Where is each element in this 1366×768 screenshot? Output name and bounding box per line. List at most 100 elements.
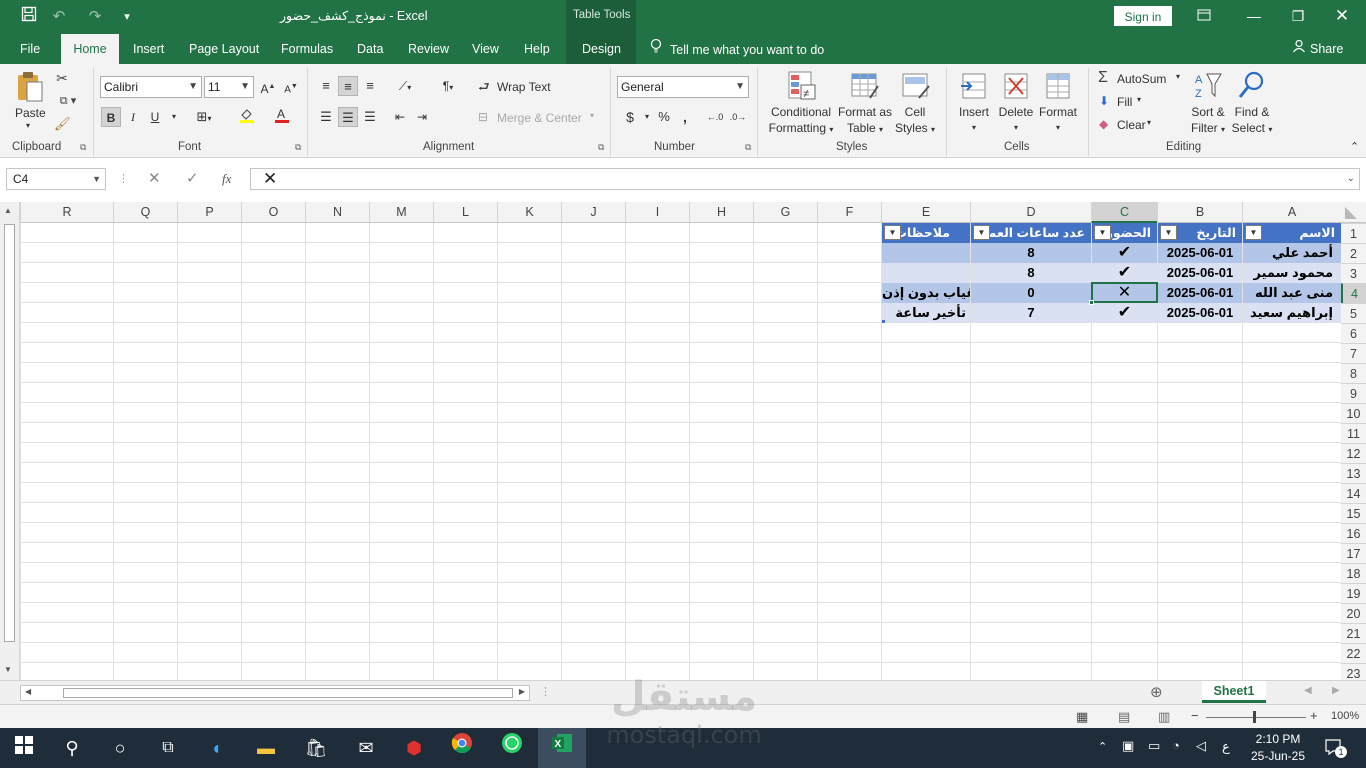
row-header-1[interactable]: 1 — [1341, 223, 1366, 243]
column-header-l[interactable]: L — [433, 202, 497, 223]
cell-styles-button[interactable]: Cell Styles ▾ — [890, 104, 940, 138]
zoom-out-icon[interactable]: − — [1191, 708, 1199, 723]
sheet-tab-sheet1[interactable]: Sheet1 — [1202, 681, 1266, 703]
paste-button[interactable]: Paste — [15, 106, 46, 120]
cancel-entry-icon[interactable]: ✕ — [148, 168, 161, 190]
name-cell[interactable]: أحمد علي — [1243, 243, 1341, 263]
column-header-e[interactable]: E — [881, 202, 970, 223]
hours-cell[interactable]: 7 — [971, 303, 1091, 323]
column-header-i[interactable]: I — [625, 202, 689, 223]
date-cell[interactable]: 2025-06-01 — [1158, 303, 1242, 323]
scroll-down-icon[interactable]: ▼ — [4, 665, 12, 674]
font-name-combo[interactable]: Calibri ▼ — [100, 76, 202, 98]
column-header-r[interactable]: R — [20, 202, 113, 223]
tab-formulas[interactable]: Formulas — [281, 34, 333, 64]
insert-cells-button[interactable]: Insert ▾ — [955, 104, 993, 136]
row-header-3[interactable]: 3 — [1341, 263, 1366, 283]
show-hidden-icons[interactable]: ⌃ — [1098, 740, 1107, 753]
insert-function-button[interactable]: fx — [222, 168, 231, 190]
row-header-15[interactable]: 15 — [1341, 503, 1366, 523]
zoom-level[interactable]: 100% — [1331, 710, 1359, 722]
column-header-m[interactable]: M — [369, 202, 433, 223]
clipboard-launcher-icon[interactable]: ⧉ — [80, 142, 86, 153]
underline-dropdown-icon[interactable]: ▾ — [164, 107, 184, 127]
zoom-slider-thumb[interactable] — [1253, 711, 1256, 723]
cut-icon[interactable]: ✂ — [54, 70, 70, 87]
row-header-9[interactable]: 9 — [1341, 383, 1366, 403]
italic-button[interactable]: I — [123, 107, 143, 127]
tab-home[interactable]: Home — [61, 34, 119, 64]
column-header-k[interactable]: K — [497, 202, 561, 223]
minimize-icon[interactable]: — — [1236, 4, 1272, 28]
filter-dropdown-icon[interactable]: ▼ — [1094, 225, 1111, 240]
number-format-combo[interactable]: General ▼ — [617, 76, 749, 98]
font-color-icon[interactable]: A — [267, 107, 297, 127]
edge-icon[interactable]: ◐ — [198, 732, 238, 764]
column-header-h[interactable]: H — [689, 202, 753, 223]
zoom-slider[interactable] — [1206, 717, 1306, 718]
vertical-scroll-thumb[interactable] — [4, 224, 15, 642]
align-center-icon[interactable]: ☰ — [338, 107, 358, 127]
row-header-12[interactable]: 12 — [1341, 443, 1366, 463]
column-header-p[interactable]: P — [177, 202, 241, 223]
fill-handle[interactable] — [1089, 300, 1094, 305]
row-header-17[interactable]: 17 — [1341, 543, 1366, 563]
file-explorer-icon[interactable]: ▬ — [246, 732, 286, 764]
tab-data[interactable]: Data — [357, 34, 383, 64]
clear-button[interactable]: Clear — [1117, 118, 1146, 132]
font-launcher-icon[interactable]: ⧉ — [295, 142, 301, 153]
find-select-button[interactable]: Find & Select ▾ — [1230, 104, 1274, 138]
mail-icon[interactable]: ✉ — [346, 732, 386, 764]
whatsapp-icon[interactable] — [492, 732, 532, 764]
task-view-icon[interactable]: ⧉ — [148, 732, 188, 764]
row-header-8[interactable]: 8 — [1341, 363, 1366, 383]
filter-dropdown-icon[interactable]: ▼ — [1245, 225, 1262, 240]
tab-help[interactable]: Help — [524, 34, 550, 64]
save-icon[interactable] — [18, 6, 40, 28]
merge-dropdown-icon[interactable]: ▾ — [590, 111, 594, 120]
row-header-22[interactable]: 22 — [1341, 643, 1366, 663]
undo-icon[interactable]: ↶ — [48, 6, 70, 28]
wrap-text-button[interactable]: Wrap Text — [497, 80, 551, 94]
collapse-ribbon-icon[interactable]: ⌃ — [1350, 140, 1359, 153]
tab-file[interactable]: File — [20, 34, 40, 64]
notifications-icon[interactable]: 1 — [1324, 738, 1347, 758]
format-cells-button[interactable]: Format ▾ — [1036, 104, 1080, 136]
format-painter-icon[interactable]: 🖌 — [54, 116, 71, 132]
row-header-6[interactable]: 6 — [1341, 323, 1366, 343]
date-cell[interactable]: 2025-06-01 — [1158, 263, 1242, 283]
align-right-icon[interactable]: ☰ — [360, 107, 380, 127]
tab-insert[interactable]: Insert — [133, 34, 164, 64]
horizontal-scroll-thumb[interactable] — [63, 688, 513, 698]
scroll-left-icon[interactable]: ◀ — [25, 687, 31, 696]
table-resize-handle[interactable] — [882, 320, 885, 323]
cortana-icon[interactable]: ○ — [100, 732, 140, 764]
row-header-20[interactable]: 20 — [1341, 603, 1366, 623]
drag-handle-icon[interactable]: ⋮ — [118, 168, 129, 190]
notes-cell[interactable] — [882, 263, 970, 283]
column-header-q[interactable]: Q — [113, 202, 177, 223]
paste-dropdown-icon[interactable]: ▾ — [26, 121, 30, 130]
meet-now-icon[interactable]: ▣ — [1122, 738, 1134, 754]
row-header-18[interactable]: 18 — [1341, 563, 1366, 583]
hours-cell[interactable]: 8 — [971, 263, 1091, 283]
paste-icon[interactable] — [14, 70, 46, 104]
delete-cells-button[interactable]: Delete ▾ — [996, 104, 1036, 136]
scroll-right-icon[interactable]: ▶ — [519, 687, 525, 696]
scroll-up-icon[interactable]: ▲ — [4, 206, 12, 215]
chrome-icon[interactable] — [442, 732, 482, 764]
row-header-10[interactable]: 10 — [1341, 403, 1366, 423]
column-header-n[interactable]: N — [305, 202, 369, 223]
attendance-cell[interactable]: ✔ — [1092, 243, 1157, 263]
tell-me-search[interactable]: Tell me what you want to do — [650, 34, 824, 64]
date-cell[interactable]: 2025-06-01 — [1158, 283, 1242, 303]
name-cell[interactable]: محمود سمير — [1243, 263, 1341, 283]
input-language[interactable]: ع — [1222, 739, 1230, 755]
vertical-scrollbar[interactable]: ▲ ▼ — [0, 202, 20, 680]
copy-icon[interactable]: ⧉ ▾ — [54, 94, 82, 108]
tab-design[interactable]: Design — [582, 34, 621, 64]
windows-start-icon[interactable] — [4, 732, 44, 764]
excel-taskbar-icon[interactable]: X — [542, 732, 582, 764]
row-header-16[interactable]: 16 — [1341, 523, 1366, 543]
fill-dropdown-icon[interactable]: ▾ — [1137, 95, 1141, 104]
